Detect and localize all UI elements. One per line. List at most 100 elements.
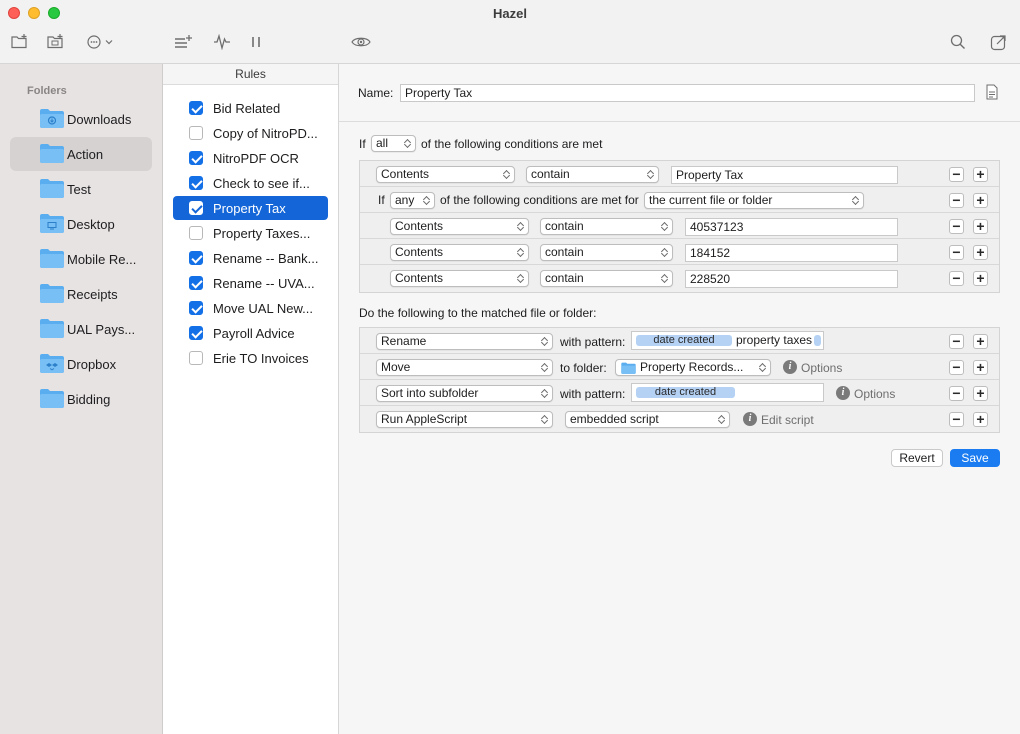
rule-enabled-checkbox[interactable] <box>189 101 203 115</box>
sidebar-item-desktop[interactable]: Desktop <box>10 207 152 241</box>
date-created-token[interactable]: date created <box>636 387 735 398</box>
nested-match-mode-popup[interactable]: any <box>390 192 435 209</box>
operator-popup[interactable]: contain <box>526 166 659 183</box>
folder-settings-icon[interactable] <box>46 32 66 52</box>
date-created-token[interactable]: date created <box>636 335 732 346</box>
new-folder-icon[interactable] <box>10 32 30 52</box>
target-popup[interactable]: the current file or folder <box>644 192 864 209</box>
rule-enabled-checkbox[interactable] <box>189 176 203 190</box>
options-link[interactable]: Options <box>801 361 842 375</box>
rule-enabled-checkbox[interactable] <box>189 251 203 265</box>
sidebar-item-mobile-receipts[interactable]: Mobile Re... <box>10 242 152 276</box>
remove-action-button[interactable]: − <box>949 334 964 349</box>
action-popup[interactable]: Run AppleScript <box>376 411 553 428</box>
add-rule-icon[interactable] <box>174 32 194 52</box>
rule-item[interactable]: NitroPDF OCR <box>173 146 328 170</box>
search-icon[interactable] <box>948 32 968 52</box>
options-link[interactable]: Options <box>854 387 895 401</box>
condition-value-field[interactable]: Property Tax <box>671 166 898 184</box>
operator-popup[interactable]: contain <box>540 270 673 287</box>
operator-popup[interactable]: contain <box>540 244 673 261</box>
sidebar-item-dropbox[interactable]: Dropbox <box>10 347 152 381</box>
remove-condition-button[interactable]: − <box>949 271 964 286</box>
rule-enabled-checkbox[interactable] <box>189 126 203 140</box>
sidebar-item-test[interactable]: Test <box>10 172 152 206</box>
activity-icon[interactable] <box>212 32 232 52</box>
sidebar-item-bidding[interactable]: Bidding <box>10 382 152 416</box>
pause-icon[interactable] <box>246 32 266 52</box>
add-action-button[interactable]: + <box>973 412 988 427</box>
rule-enabled-checkbox[interactable] <box>189 276 203 290</box>
remove-action-button[interactable]: − <box>949 412 964 427</box>
action-popup[interactable]: Sort into subfolder <box>376 385 553 402</box>
edit-script-info-icon[interactable]: i <box>743 412 757 426</box>
rule-item[interactable]: Move UAL New... <box>173 296 328 320</box>
add-condition-button[interactable]: + <box>973 219 988 234</box>
add-condition-button[interactable]: + <box>973 193 988 208</box>
sidebar-item-downloads[interactable]: Downloads <box>10 102 152 136</box>
attribute-popup[interactable]: Contents <box>390 218 529 235</box>
rule-enabled-checkbox[interactable] <box>189 201 203 215</box>
edit-script-link[interactable]: Edit script <box>761 413 814 427</box>
rule-enabled-checkbox[interactable] <box>189 151 203 165</box>
folder-icon <box>40 179 64 198</box>
condition-value-field[interactable]: 228520 <box>685 270 898 288</box>
remove-action-button[interactable]: − <box>949 360 964 375</box>
rule-item[interactable]: Erie TO Invoices <box>173 346 328 370</box>
preview-icon[interactable] <box>350 32 372 52</box>
save-button[interactable]: Save <box>950 449 1000 467</box>
rule-item[interactable]: Check to see if... <box>173 171 328 195</box>
more-actions-icon[interactable] <box>86 32 116 52</box>
add-action-button[interactable]: + <box>973 386 988 401</box>
action-popup[interactable]: Move <box>376 359 553 376</box>
sidebar-item-label: Dropbox <box>67 356 117 372</box>
sidebar-item-receipts[interactable]: Receipts <box>10 277 152 311</box>
match-mode-popup[interactable]: all <box>371 135 416 152</box>
rule-item[interactable]: Rename -- UVA... <box>173 271 328 295</box>
operator-popup[interactable]: contain <box>540 218 673 235</box>
condition-value-field[interactable]: 184152 <box>685 244 898 262</box>
condition-value-field[interactable]: 40537123 <box>685 218 898 236</box>
action-popup[interactable]: Rename <box>376 333 553 350</box>
folder-icon <box>40 319 64 338</box>
add-condition-button[interactable]: + <box>973 245 988 260</box>
remove-condition-button[interactable]: − <box>949 245 964 260</box>
script-type-popup[interactable]: embedded script <box>565 411 730 428</box>
attribute-popup[interactable]: Contents <box>390 270 529 287</box>
rule-enabled-checkbox[interactable] <box>189 351 203 365</box>
remove-condition-button[interactable]: − <box>949 219 964 234</box>
rename-pattern-field[interactable]: date created property taxes <box>631 331 824 350</box>
add-condition-button[interactable]: + <box>973 167 988 182</box>
rule-enabled-checkbox[interactable] <box>189 226 203 240</box>
options-info-icon[interactable]: i <box>836 386 850 400</box>
rule-item[interactable]: Payroll Advice <box>173 321 328 345</box>
attribute-popup[interactable]: Contents <box>390 244 529 261</box>
remove-condition-button[interactable]: − <box>949 193 964 208</box>
rule-item[interactable]: Rename -- Bank... <box>173 246 328 270</box>
attribute-value: Contents <box>381 167 430 181</box>
rule-item[interactable]: Property Taxes... <box>173 221 328 245</box>
destination-folder-popup[interactable]: Property Records... <box>615 359 771 376</box>
remove-condition-button[interactable]: − <box>949 167 964 182</box>
add-action-button[interactable]: + <box>973 360 988 375</box>
export-icon[interactable] <box>988 32 1010 52</box>
pattern-token[interactable] <box>814 335 821 346</box>
rule-enabled-checkbox[interactable] <box>189 301 203 315</box>
rule-name-field[interactable]: Property Tax <box>400 84 975 102</box>
rule-notes-icon[interactable] <box>986 84 998 100</box>
rule-item[interactable]: Bid Related <box>173 96 328 120</box>
revert-button[interactable]: Revert <box>891 449 943 467</box>
rule-item[interactable]: Copy of NitroPD... <box>173 121 328 145</box>
nested-match-mode-value: any <box>395 193 415 207</box>
add-action-button[interactable]: + <box>973 334 988 349</box>
sidebar-item-action[interactable]: Action <box>10 137 152 171</box>
rule-enabled-checkbox[interactable] <box>189 326 203 340</box>
options-info-icon[interactable]: i <box>783 360 797 374</box>
remove-action-button[interactable]: − <box>949 386 964 401</box>
subfolder-pattern-field[interactable]: date created <box>631 383 824 402</box>
attribute-popup[interactable]: Contents <box>376 166 515 183</box>
sidebar-item-ual-pays[interactable]: UAL Pays... <box>10 312 152 346</box>
rule-item-selected[interactable]: Property Tax <box>173 196 328 220</box>
add-condition-button[interactable]: + <box>973 271 988 286</box>
action-row: Move to folder: Property Records... i Op… <box>360 354 999 380</box>
